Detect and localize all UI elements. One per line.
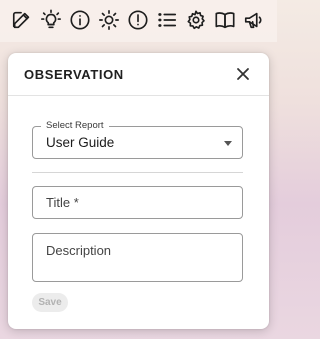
description-field[interactable]: Description <box>32 233 243 282</box>
alert-icon[interactable] <box>127 9 149 31</box>
close-button[interactable] <box>235 66 251 82</box>
save-button[interactable]: Save <box>32 293 68 312</box>
modal-title: OBSERVATION <box>24 67 124 82</box>
toolbar <box>0 0 277 42</box>
title-placeholder: Title * <box>46 195 79 210</box>
book-icon[interactable] <box>214 9 236 31</box>
observation-modal: OBSERVATION Select Report User Guide Tit… <box>8 53 269 329</box>
gear-icon[interactable] <box>185 9 207 31</box>
chevron-down-icon <box>224 141 232 146</box>
lightbulb-icon[interactable] <box>40 9 62 31</box>
select-report-value: User Guide <box>46 135 115 150</box>
edit-icon[interactable] <box>11 9 33 31</box>
divider <box>32 172 243 173</box>
select-report-label: Select Report <box>41 119 109 133</box>
megaphone-icon[interactable] <box>243 9 265 31</box>
info-icon[interactable] <box>69 9 91 31</box>
modal-header: OBSERVATION <box>8 53 269 96</box>
description-placeholder: Description <box>46 243 112 258</box>
sun-icon[interactable] <box>98 9 120 31</box>
list-icon[interactable] <box>156 9 178 31</box>
title-field[interactable]: Title * <box>32 186 243 219</box>
close-icon <box>237 68 249 80</box>
select-report-dropdown[interactable]: Select Report User Guide <box>32 119 243 159</box>
